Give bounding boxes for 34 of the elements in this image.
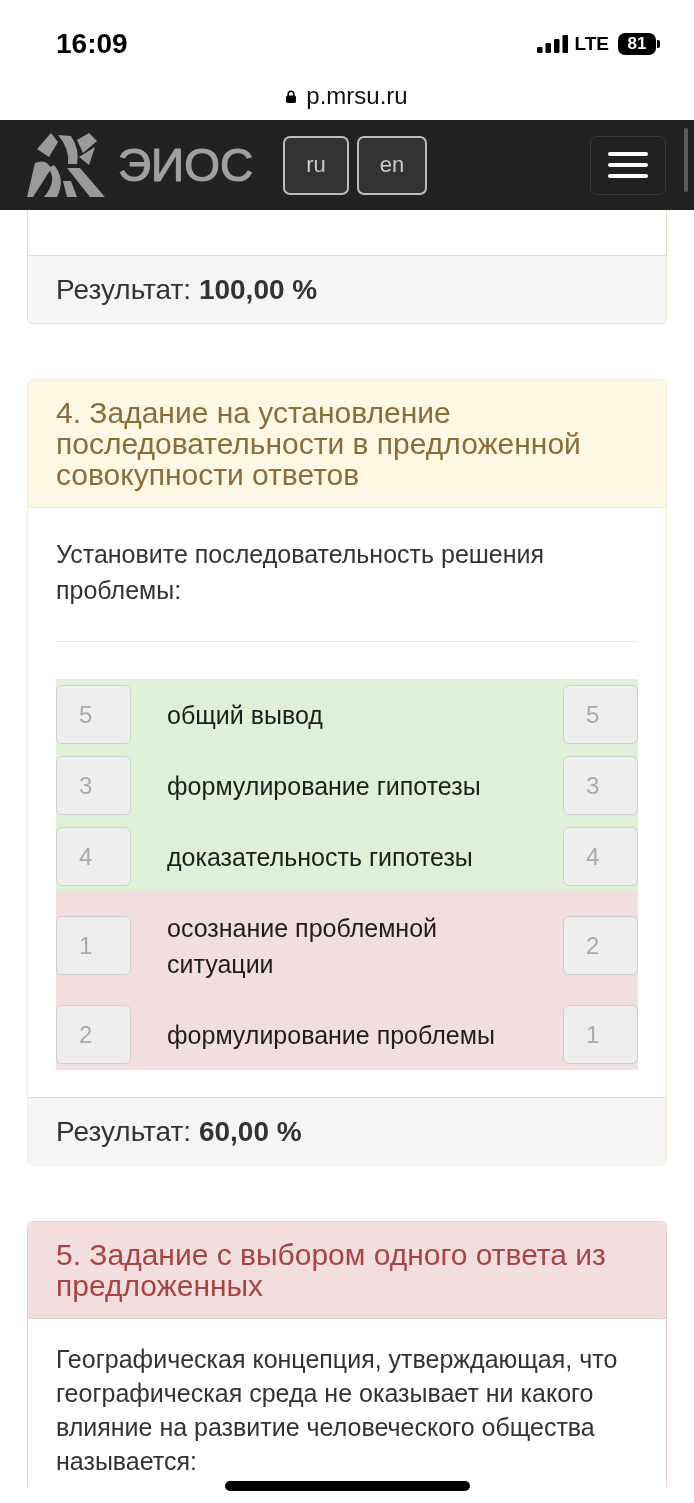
scroll-indicator: [684, 128, 688, 192]
answer-text: осознание проблемной ситуации: [166, 912, 438, 980]
menu-button[interactable]: [590, 135, 666, 195]
correct-order-field: 4: [563, 827, 638, 886]
result-text: Результат: 60,00 %: [56, 1115, 303, 1149]
brand-name[interactable]: ЭИОС: [118, 138, 254, 192]
panel-title: 4. Задание на установление последовательности в предложенной совокупности ответов: [56, 397, 582, 490]
order-field: 4: [56, 827, 131, 886]
answer-text: формулирование гипотезы: [166, 770, 482, 802]
status-time: 16:09: [56, 28, 128, 60]
order-field: 3: [56, 756, 131, 815]
panel-title: 5. Задание с выбором одного ответа из предложенных: [56, 1239, 607, 1301]
correct-order-field: 5: [563, 685, 638, 744]
order-field: 5: [56, 685, 131, 744]
language-button[interactable]: en: [356, 135, 428, 195]
menu-icon: [608, 152, 648, 178]
answer-text: формулирование проблемы: [166, 1019, 496, 1051]
answer-text: доказательность гипотезы: [166, 841, 474, 873]
battery-indicator: 81: [618, 33, 660, 55]
correct-order-field: 1: [563, 1005, 638, 1064]
url-text[interactable]: p.mrsu.ru: [306, 82, 408, 110]
question-text: Географическая концепция, утверждающая, что географическая среда не оказывает ни какого влияние на развитие человеческого общества называется:: [56, 1344, 619, 1477]
order-field: 2: [56, 1005, 131, 1064]
lock-icon: [286, 89, 297, 103]
answer-text: общий вывод: [166, 699, 324, 731]
result-text: Результат: 100,00 %: [56, 273, 319, 307]
question-text: Установите последовательность решения проблемы:: [56, 539, 546, 606]
correct-order-field: 3: [563, 756, 638, 815]
logo-icon: [27, 133, 105, 197]
correct-order-field: 2: [563, 916, 638, 975]
language-button[interactable]: ru: [283, 135, 349, 195]
order-field: 1: [56, 916, 131, 975]
network-label: LTE: [574, 33, 609, 55]
signal-icon: [536, 35, 568, 53]
